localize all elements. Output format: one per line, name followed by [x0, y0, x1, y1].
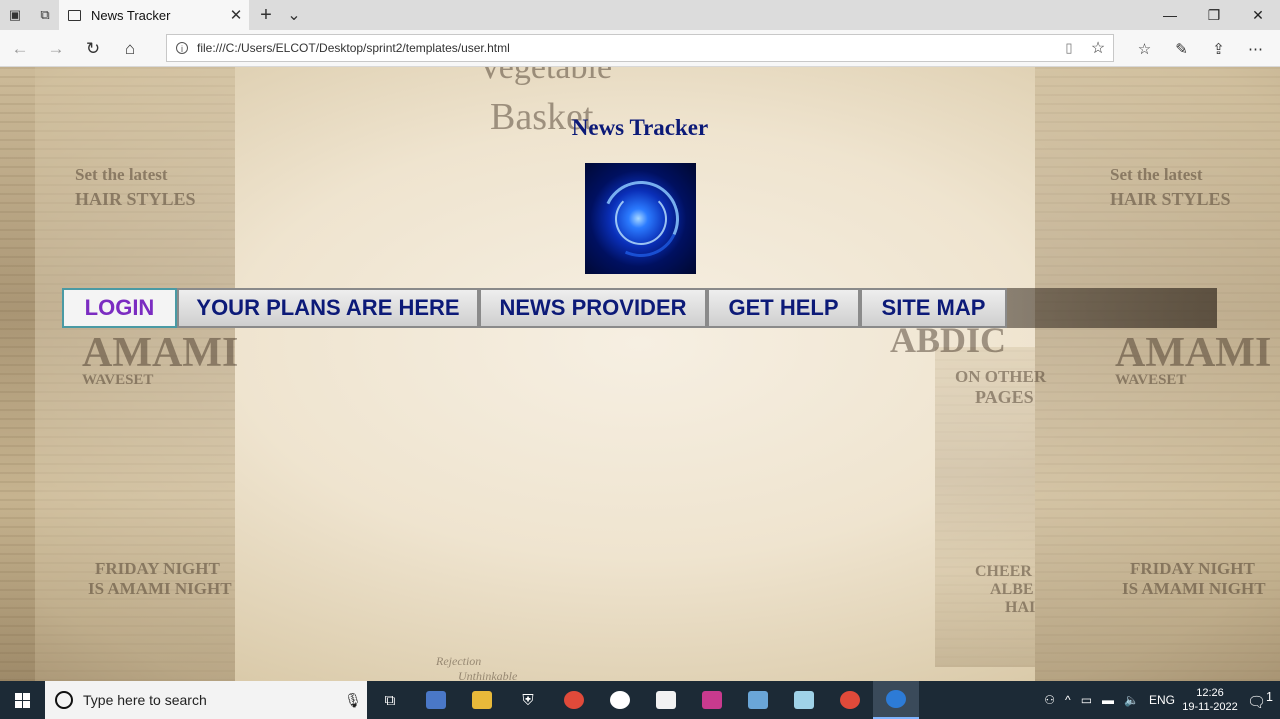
background-text: ON OTHER	[955, 367, 1047, 386]
page-content: Vegetable Basket Set the latest HAIR STY…	[0, 67, 1280, 681]
background-text: CHEER	[975, 563, 1032, 580]
background-text: IS AMAMI NIGHT	[1122, 579, 1266, 598]
network-icon[interactable]: ▭	[1076, 693, 1097, 707]
tab-actions-icon[interactable]: ▣	[0, 0, 30, 30]
microphone-icon[interactable]: 🎙	[339, 692, 367, 709]
address-bar[interactable]: i file:///C:/Users/ELCOT/Desktop/sprint2…	[166, 34, 1114, 62]
file-explorer-icon[interactable]	[459, 681, 505, 719]
clock-time: 12:26	[1196, 687, 1224, 699]
background-newspaper	[0, 67, 35, 681]
clock-date: 19-11-2022	[1182, 701, 1238, 713]
taskbar-search[interactable]: Type here to search 🎙	[45, 681, 367, 719]
background-text: PAGES	[975, 387, 1034, 407]
news-logo-image	[585, 163, 696, 274]
background-text: AMAMI	[82, 330, 239, 376]
intellij-icon[interactable]	[689, 681, 735, 719]
background-text: HAIR STYLES	[75, 189, 196, 209]
more-icon[interactable]: ⋯	[1237, 30, 1274, 67]
nav-site-map[interactable]: SITE MAP	[860, 288, 1007, 328]
nav-login[interactable]: LOGIN	[62, 288, 177, 328]
url-text[interactable]: file:///C:/Users/ELCOT/Desktop/sprint2/t…	[197, 41, 1055, 55]
nav-news-provider[interactable]: NEWS PROVIDER	[479, 288, 707, 328]
start-button[interactable]	[0, 681, 45, 719]
page-icon	[68, 9, 81, 21]
nav-get-help[interactable]: GET HELP	[707, 288, 860, 328]
window-controls: — ❐ ✕	[1148, 0, 1280, 30]
background-text: ALBE	[990, 581, 1034, 598]
virtualbox-icon[interactable]	[735, 681, 781, 719]
share-icon[interactable]: ⇪	[1200, 30, 1237, 67]
home-icon[interactable]: ⌂	[112, 30, 148, 67]
mail-icon[interactable]	[413, 681, 459, 719]
notification-icon[interactable]: 🗨1	[1240, 690, 1280, 711]
browser-tools: ☆ ✎ ⇪ ⋯	[1126, 30, 1274, 67]
sticky-icon[interactable]	[781, 681, 827, 719]
edge-icon[interactable]	[873, 681, 919, 719]
windows-icon	[15, 692, 30, 708]
favorite-star-icon[interactable]: ☆	[1083, 38, 1113, 58]
background-text: WAVESET	[1115, 372, 1187, 388]
background-text: HAI	[1005, 599, 1036, 616]
back-icon[interactable]: ←	[2, 30, 38, 67]
close-window-icon[interactable]: ✕	[1236, 0, 1280, 30]
background-text: FRIDAY NIGHT	[1130, 559, 1255, 578]
set-tabs-aside-icon[interactable]: ⧉	[30, 0, 60, 30]
background-text: Set the latest	[1110, 165, 1203, 184]
search-placeholder: Type here to search	[83, 692, 207, 708]
background-text: IS AMAMI NIGHT	[88, 579, 232, 598]
people-icon[interactable]: ⚇	[1039, 693, 1060, 707]
new-tab-button[interactable]: +	[254, 0, 278, 30]
show-hidden-icon[interactable]: ^	[1060, 693, 1076, 707]
system-tray: ⚇ ^ ▭ ▬ 🔈 ENG 12:26 19-11-2022 🗨1	[1039, 681, 1280, 719]
chrome-icon[interactable]	[551, 681, 597, 719]
volume-icon[interactable]: 🔈	[1119, 693, 1144, 707]
clock[interactable]: 12:26 19-11-2022	[1180, 686, 1240, 714]
background-text: HAIR STYLES	[1110, 189, 1231, 209]
info-icon[interactable]: i	[176, 42, 188, 54]
favorites-icon[interactable]: ☆	[1126, 30, 1163, 67]
forward-icon[interactable]: →	[38, 30, 74, 67]
close-tab-icon[interactable]: ✕	[223, 6, 249, 24]
pen-icon[interactable]: ✎	[1163, 30, 1200, 67]
cat-app-icon[interactable]	[643, 681, 689, 719]
security-icon[interactable]: ⛨	[505, 681, 551, 719]
main-nav: LOGIN YOUR PLANS ARE HERE NEWS PROVIDER …	[62, 288, 1217, 328]
taskbar: Type here to search 🎙 ⧉ ⛨ ⚇ ^ ▭ ▬ 🔈 ENG …	[0, 681, 1280, 719]
tab-list-button[interactable]: ⌄	[282, 0, 306, 30]
background-text: Unthinkable	[458, 669, 518, 681]
background-text: Vegetable	[478, 67, 613, 86]
browser-tab[interactable]: News Tracker ✕	[59, 0, 249, 30]
language-indicator[interactable]: ENG	[1144, 693, 1180, 707]
battery-icon[interactable]: ▬	[1097, 693, 1119, 707]
task-view-icon[interactable]: ⧉	[367, 681, 413, 719]
background-text: WAVESET	[82, 372, 154, 388]
background-text: Rejection	[436, 654, 482, 668]
address-toolbar: ← → ↻ ⌂ i file:///C:/Users/ELCOT/Desktop…	[0, 30, 1280, 67]
background-text: AMAMI	[1115, 330, 1272, 376]
logo-ring	[615, 193, 667, 245]
chrome-icon[interactable]	[827, 681, 873, 719]
nav-your-plans[interactable]: YOUR PLANS ARE HERE	[177, 288, 479, 328]
app-icon[interactable]	[597, 681, 643, 719]
background-text: Set the latest	[75, 165, 168, 184]
reading-view-icon[interactable]: ▯	[1055, 40, 1083, 56]
page-title: News Tracker	[571, 115, 709, 140]
notification-count: 1	[1266, 689, 1273, 704]
cortana-icon	[55, 691, 73, 709]
refresh-icon[interactable]: ↻	[75, 30, 111, 67]
background-text: FRIDAY NIGHT	[95, 559, 220, 578]
maximize-icon[interactable]: ❐	[1192, 0, 1236, 30]
minimize-icon[interactable]: —	[1148, 0, 1192, 30]
tab-title: News Tracker	[91, 7, 171, 23]
